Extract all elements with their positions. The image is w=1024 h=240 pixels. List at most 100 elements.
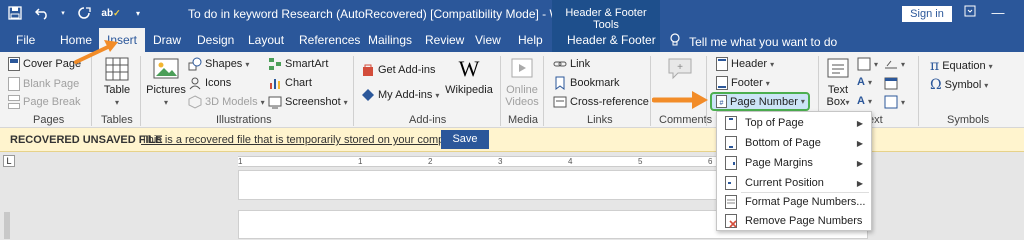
page-break-icon	[8, 95, 20, 109]
group-separator	[918, 56, 919, 126]
ribbon-display-options-icon[interactable]	[962, 5, 978, 20]
group-label-symbols: Symbols	[947, 114, 990, 126]
header-label: Header	[731, 58, 768, 70]
object-icon[interactable]: ▾	[884, 95, 905, 109]
pictures-icon	[153, 58, 179, 79]
cross-reference-button[interactable]: Cross-reference	[553, 95, 649, 109]
3d-models-label: 3D Models	[205, 96, 258, 108]
chart-button[interactable]: Chart	[268, 76, 312, 90]
tab-references[interactable]: References	[299, 33, 360, 47]
ruler-number: 2	[428, 157, 433, 166]
equation-label: Equation	[942, 60, 986, 72]
menu-item-bottom-of-page[interactable]: Bottom of Page ▶	[717, 133, 871, 153]
tab-help[interactable]: Help	[518, 33, 543, 47]
svg-text:#: #	[720, 100, 724, 107]
tab-mailings[interactable]: Mailings	[368, 33, 412, 47]
bookmark-button[interactable]: Bookmark	[553, 76, 620, 90]
omega-icon: Ω	[930, 77, 942, 93]
save-button[interactable]: Save	[441, 130, 489, 149]
minimize-icon[interactable]: —	[990, 5, 1006, 20]
shapes-button[interactable]: Shapes ▾	[188, 57, 249, 71]
smartart-button[interactable]: SmartArt	[268, 57, 328, 71]
screenshot-button[interactable]: Screenshot ▾	[268, 95, 348, 109]
svg-text:+: +	[677, 62, 683, 73]
cover-page-icon	[8, 57, 20, 71]
tab-draw[interactable]: Draw	[153, 33, 181, 47]
text-box-label-2: Box	[826, 96, 846, 108]
menu-item-label: Current Position	[745, 177, 824, 189]
ribbon-tabs: File Home Insert Draw Design Layout Refe…	[0, 28, 1024, 52]
quick-parts-icon[interactable]: ▾	[857, 57, 878, 71]
smartart-label: SmartArt	[285, 58, 329, 70]
page-number-button[interactable]: # Page Number ▾	[710, 92, 810, 111]
cover-page-button[interactable]: Cover Page	[8, 57, 81, 71]
my-addins-button[interactable]: My Add-ins ▾	[361, 88, 439, 102]
redo-icon[interactable]	[75, 4, 93, 22]
tab-file[interactable]: File	[16, 33, 35, 47]
page-margins-icon	[721, 156, 741, 170]
link-label: Link	[570, 58, 591, 70]
submenu-arrow-icon: ▶	[856, 178, 863, 188]
text-box-label-1: Text	[827, 84, 849, 96]
menu-item-label: Bottom of Page	[745, 137, 821, 149]
signature-line-icon[interactable]: ▾	[884, 57, 905, 71]
notification-message[interactable]: This is a recovered file that is tempora…	[141, 134, 466, 146]
vertical-scrollbar[interactable]	[4, 212, 10, 239]
contextual-tab-group: Header & Footer Tools	[552, 0, 660, 31]
page-break-button[interactable]: Page Break	[8, 95, 80, 109]
pictures-button[interactable]: Pictures ▾	[146, 56, 186, 108]
icons-button[interactable]: Icons	[188, 76, 231, 90]
page-break-label: Page Break	[23, 96, 81, 108]
lightbulb-icon	[670, 33, 680, 46]
header-button[interactable]: Header ▾	[716, 57, 774, 71]
tab-design[interactable]: Design	[197, 33, 234, 47]
spelling-icon[interactable]: ab ✓	[101, 4, 120, 22]
menu-item-label: Page Margins	[745, 157, 813, 169]
equation-button[interactable]: π Equation ▾	[930, 58, 993, 74]
sign-in-button[interactable]: Sign in	[902, 6, 952, 22]
menu-item-page-margins[interactable]: Page Margins ▶	[717, 153, 871, 173]
ruler-number: 3	[498, 157, 503, 166]
tell-me-text: Tell me what you want to do	[689, 35, 838, 49]
menu-item-top-of-page[interactable]: Top of Page ▶	[717, 113, 871, 133]
undo-icon[interactable]	[33, 4, 51, 22]
tab-layout[interactable]: Layout	[248, 33, 284, 47]
group-separator	[353, 56, 354, 126]
tab-view[interactable]: View	[475, 33, 501, 47]
wordart-icon[interactable]: A ▾	[857, 76, 872, 88]
tab-selector[interactable]: L	[3, 155, 15, 167]
menu-item-format-page-numbers[interactable]: Format Page Numbers...	[717, 192, 871, 212]
smartart-icon	[268, 57, 282, 71]
blank-page-button[interactable]: Blank Page	[8, 77, 79, 91]
link-button[interactable]: Link	[553, 57, 590, 71]
group-label-links: Links	[587, 114, 613, 126]
date-time-icon[interactable]	[884, 76, 898, 90]
undo-dropdown-icon[interactable]: ▾	[60, 4, 66, 22]
document-title: To do in keyword Research (AutoRecovered…	[188, 7, 578, 21]
new-comment-button[interactable]: +	[660, 56, 700, 84]
tab-header-footer[interactable]: Header & Footer	[567, 33, 656, 47]
symbol-button[interactable]: Ω Symbol ▾	[930, 77, 988, 93]
page-bottom-icon	[721, 136, 741, 150]
title-bar: ▾ ab ✓ ▾ To do in keyword Research (AutoR…	[0, 0, 1024, 31]
menu-item-current-position[interactable]: Current Position ▶	[717, 173, 871, 193]
submenu-arrow-icon: ▶	[856, 118, 863, 128]
save-icon[interactable]	[6, 4, 24, 22]
text-box-icon	[827, 58, 849, 78]
symbol-label: Symbol	[944, 79, 982, 91]
wikipedia-button[interactable]: W Wikipedia	[444, 56, 494, 96]
group-label-comments: Comments	[659, 114, 713, 126]
3d-models-button[interactable]: 3D Models ▾	[188, 95, 265, 109]
tab-review[interactable]: Review	[425, 33, 464, 47]
annotation-arrow-page-number	[652, 91, 708, 109]
footer-button[interactable]: Footer ▾	[716, 76, 770, 90]
tell-me-search[interactable]: Tell me what you want to do	[670, 33, 837, 49]
ruler-number: 4	[568, 157, 573, 166]
customize-qat-icon[interactable]: ▾	[129, 4, 147, 22]
drop-cap-icon[interactable]: A ▾	[857, 95, 872, 107]
menu-item-remove-page-numbers[interactable]: Remove Page Numbers	[717, 211, 871, 231]
get-addins-button[interactable]: Get Add-ins	[361, 63, 435, 77]
online-videos-button[interactable]: Online Videos	[504, 56, 540, 108]
text-box-button[interactable]: Text Box▾	[824, 56, 852, 108]
wikipedia-label: Wikipedia	[445, 84, 493, 96]
